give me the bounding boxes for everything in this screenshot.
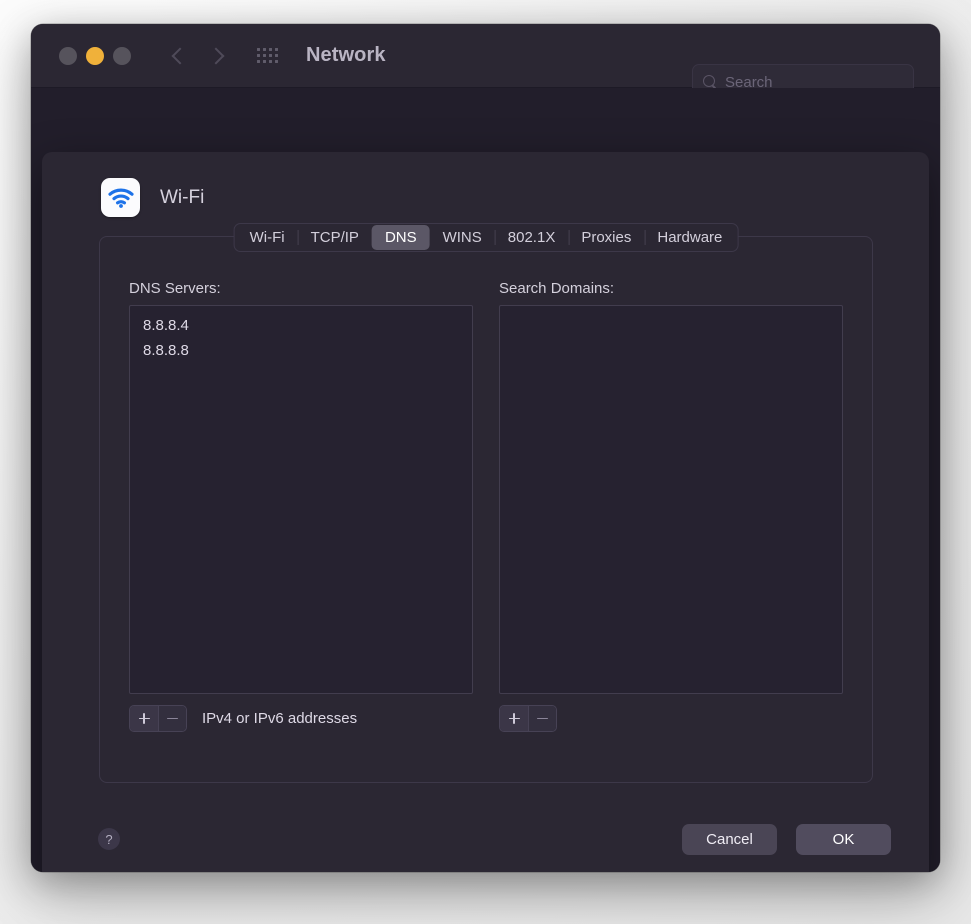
sheet-footer: ? Cancel OK — [42, 786, 929, 872]
dns-servers-hint: IPv4 or IPv6 addresses — [202, 710, 358, 727]
grid-dot — [263, 60, 266, 63]
search-domains-column: Search Domains: — [499, 280, 843, 782]
service-name-label: Wi-Fi — [160, 186, 205, 208]
grid-dot — [275, 48, 278, 51]
grid-dot — [257, 60, 260, 63]
grid-dot — [257, 48, 260, 51]
desktop-background: Network Search Revert Apply — [0, 0, 971, 924]
grid-dot — [257, 54, 260, 57]
dns-servers-footer: IPv4 or IPv6 addresses — [129, 705, 473, 732]
list-item[interactable]: 8.8.8.8 — [130, 338, 472, 363]
traffic-light-group — [59, 46, 131, 65]
dns-servers-column: DNS Servers: 8.8.8.4 8.8.8.8 IPv4 or IPv… — [129, 280, 473, 782]
search-icon — [703, 75, 717, 89]
settings-group-box: Wi-Fi TCP/IP DNS WINS 802.1X Proxies Har… — [99, 223, 873, 783]
remove-dns-server-button[interactable] — [158, 706, 186, 731]
network-settings-sheet: Wi-Fi Wi-Fi TCP/IP DNS WINS 802.1X Proxi… — [42, 152, 929, 872]
grid-dot — [263, 48, 266, 51]
window-content-area: Revert Apply Wi-Fi — [31, 88, 940, 872]
network-preferences-window: Network Search Revert Apply — [31, 24, 940, 872]
ok-button[interactable]: OK — [796, 823, 891, 855]
chevron-left-icon[interactable] — [171, 48, 187, 64]
maximize-button[interactable] — [113, 46, 131, 65]
list-item[interactable]: 8.8.8.4 — [130, 313, 472, 338]
window-titlebar: Network Search — [31, 24, 940, 100]
grid-dot — [275, 54, 278, 57]
minus-icon — [537, 717, 548, 720]
add-search-domain-button[interactable] — [500, 706, 528, 731]
minimize-button[interactable] — [86, 46, 104, 65]
search-domains-list[interactable] — [499, 305, 843, 694]
search-domains-add-remove-group — [499, 705, 557, 732]
grid-dot — [269, 54, 272, 57]
close-button[interactable] — [59, 46, 77, 65]
grid-dot — [269, 48, 272, 51]
dns-pane: DNS Servers: 8.8.8.4 8.8.8.8 IPv4 or IPv… — [100, 237, 872, 782]
add-dns-server-button[interactable] — [130, 706, 158, 731]
grid-dot — [269, 60, 272, 63]
remove-search-domain-button[interactable] — [528, 706, 556, 731]
chevron-right-icon[interactable] — [209, 48, 225, 64]
dns-servers-label: DNS Servers: — [129, 280, 221, 297]
minus-icon — [167, 717, 178, 720]
sheet-header: Wi-Fi — [42, 152, 929, 217]
grid-dots-icon[interactable] — [257, 48, 278, 63]
plus-icon — [513, 713, 515, 724]
window-title: Network — [306, 44, 386, 66]
navigation-arrows — [171, 48, 225, 64]
plus-icon — [143, 713, 145, 724]
help-button[interactable]: ? — [98, 828, 120, 850]
cancel-button[interactable]: Cancel — [682, 823, 777, 855]
dns-servers-list[interactable]: 8.8.8.4 8.8.8.8 — [129, 305, 473, 694]
grid-dot — [275, 60, 278, 63]
search-domains-footer — [499, 705, 843, 732]
dns-servers-add-remove-group — [129, 705, 187, 732]
wifi-icon — [101, 178, 140, 217]
search-domains-label: Search Domains: — [499, 280, 615, 297]
grid-dot — [263, 54, 266, 57]
